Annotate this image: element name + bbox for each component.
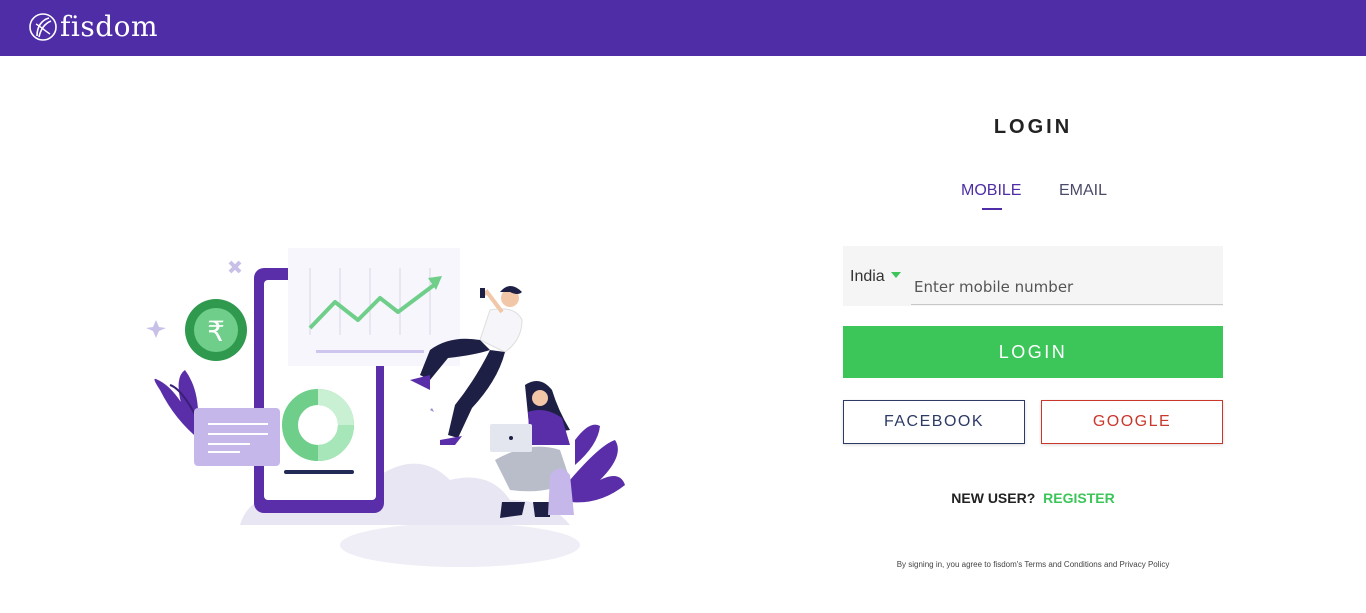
vase-shape bbox=[548, 468, 574, 515]
top-navbar: fisdom bbox=[0, 0, 1366, 56]
ground-shadow bbox=[340, 523, 580, 567]
finance-illustration-image: ₹ bbox=[146, 248, 625, 567]
hero-illustration: ₹ bbox=[130, 240, 630, 580]
login-panel: LOGIN MOBILE EMAIL India LOGIN FACEBOOK … bbox=[843, 56, 1223, 613]
country-select-value: India bbox=[850, 268, 885, 285]
sparkle-icon bbox=[146, 320, 166, 338]
login-button[interactable]: LOGIN bbox=[843, 326, 1223, 378]
message-card bbox=[194, 408, 280, 466]
cross-sparkle-icon bbox=[228, 260, 242, 274]
register-link[interactable]: REGISTER bbox=[1043, 490, 1115, 506]
fisdom-logo[interactable]: fisdom bbox=[28, 12, 158, 42]
mobile-input-group: India bbox=[843, 246, 1223, 306]
country-select[interactable]: India bbox=[850, 268, 901, 286]
logo-wordmark: fisdom bbox=[60, 10, 159, 43]
rupee-icon: ₹ bbox=[207, 315, 225, 348]
phone-bar bbox=[284, 470, 354, 474]
active-tab-indicator bbox=[982, 208, 1002, 210]
facebook-login-button[interactable]: FACEBOOK bbox=[843, 400, 1025, 444]
plant-left bbox=[154, 370, 200, 440]
login-method-tabs: MOBILE EMAIL bbox=[843, 182, 1223, 212]
mobile-number-input[interactable] bbox=[911, 270, 1223, 305]
new-user-prompt: NEW USER? REGISTER bbox=[843, 490, 1223, 506]
caret-down-icon bbox=[890, 272, 901, 278]
terms-notice: By signing in, you agree to fisdom's Ter… bbox=[896, 560, 1170, 569]
google-login-button[interactable]: GOOGLE bbox=[1041, 400, 1223, 444]
tab-mobile[interactable]: MOBILE bbox=[961, 182, 1021, 200]
login-heading: LOGIN bbox=[993, 116, 1073, 138]
tab-email[interactable]: EMAIL bbox=[1059, 182, 1107, 200]
fisdom-logo-icon bbox=[29, 13, 57, 41]
new-user-text: NEW USER? bbox=[951, 490, 1036, 506]
